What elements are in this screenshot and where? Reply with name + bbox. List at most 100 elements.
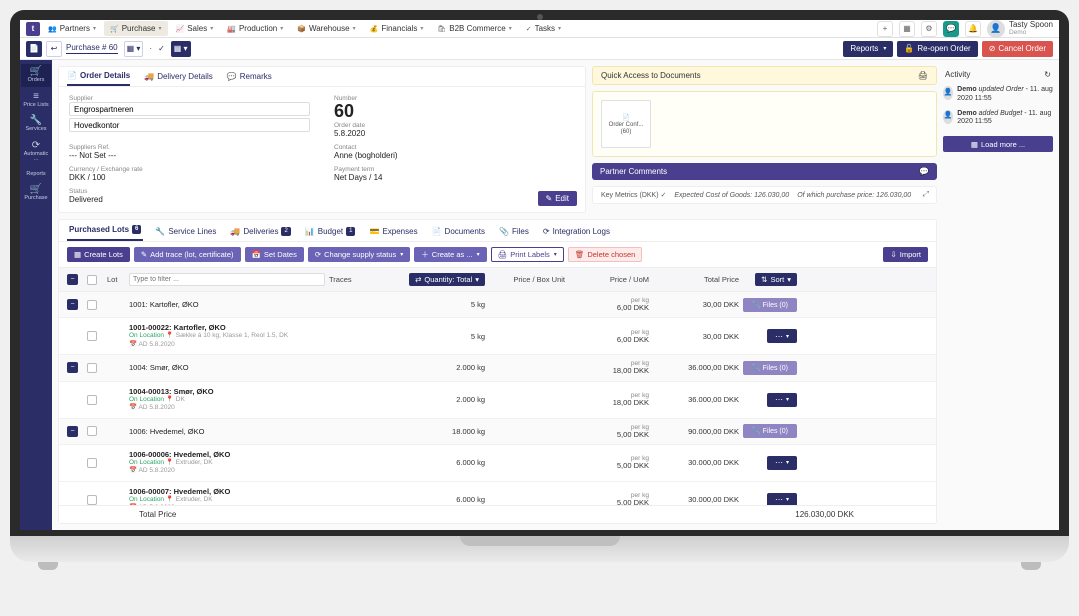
quick-access-header: Quick Access to Documents 🖨: [592, 66, 937, 85]
table-row[interactable]: 1001-00022: Kartofler, ØKOOn Location 📍 …: [59, 318, 936, 355]
order-details-panel: Supplier Number 60 Order date 5.8.2020: [59, 87, 585, 212]
sort-dropdown[interactable]: ⇅ Sort ▾: [755, 273, 797, 286]
document-icon: 📄: [622, 114, 629, 121]
collapse-icon[interactable]: −: [67, 299, 78, 310]
order-confirmation-tile[interactable]: 📄 Order Conf... (60): [601, 100, 651, 148]
menu-partners[interactable]: 👥Partners▾: [42, 21, 102, 36]
sidebar-orders[interactable]: 🛒Orders: [21, 64, 51, 87]
lot-tab-integration-logs[interactable]: ⟳Integration Logs: [541, 222, 612, 241]
sidebar-reports[interactable]: Reports: [21, 168, 51, 181]
row-checkbox[interactable]: [87, 495, 97, 505]
document-tabs: 📄Order Details 🚚Delivery Details 💬Remarks: [59, 67, 585, 87]
back-button[interactable]: 📄: [26, 41, 42, 57]
sidebar: 🛒Orders≡Price Lists🔧Services⟳Automatic .…: [20, 60, 52, 530]
collapse-icon[interactable]: −: [67, 362, 78, 373]
notifications-icon[interactable]: 🔔: [965, 21, 981, 37]
user-name: Tasty Spoon: [1009, 21, 1053, 29]
print-icon[interactable]: 🖨: [918, 71, 928, 80]
menu-warehouse[interactable]: 📦Warehouse▾: [291, 21, 361, 36]
breadcrumb: Purchase # 60 ▦ ▾ · ✓ ▦ ▾: [66, 41, 191, 57]
lot-tab-expenses[interactable]: 💳Expenses: [367, 222, 419, 241]
avatar-icon: 👤: [987, 20, 1005, 38]
files-button[interactable]: 📎 Files (0): [743, 361, 797, 375]
lot-tab-purchased-lots[interactable]: Purchased Lots6: [67, 220, 143, 241]
lot-tab-documents[interactable]: 📄Documents: [430, 222, 487, 241]
create-as-button[interactable]: ＋ Create as ...: [414, 247, 486, 262]
select-all-checkbox[interactable]: [87, 275, 97, 285]
breadcrumb-status-icon[interactable]: ▦ ▾: [171, 41, 191, 57]
row-actions-button[interactable]: ⋯: [767, 493, 797, 505]
key-metrics: Key Metrics (DKK) ✓ Expected Cost of Goo…: [592, 186, 937, 204]
row-actions-button[interactable]: ⋯: [767, 329, 797, 343]
supplier-input[interactable]: [69, 102, 310, 116]
collapse-all-icon[interactable]: −: [67, 274, 78, 285]
app-logo[interactable]: t: [26, 22, 40, 36]
chat-icon: 💬: [919, 167, 929, 176]
row-checkbox[interactable]: [87, 331, 97, 341]
row-actions-button[interactable]: ⋯: [767, 393, 797, 407]
menu-sales[interactable]: 📈Sales▾: [170, 21, 220, 36]
table-row[interactable]: −1001: Kartofler, ØKO5 kgper kg6,00 DKK3…: [59, 292, 936, 318]
menu-purchase[interactable]: 🛒Purchase▾: [104, 21, 168, 36]
menu-b2b-commerce[interactable]: 🛍B2B Commerce▾: [431, 21, 517, 36]
table-row[interactable]: 1006-00006: Hvedemel, ØKOOn Location 📍 E…: [59, 445, 936, 482]
reopen-order-button[interactable]: 🔓 Re-open Order: [897, 41, 977, 57]
row-checkbox[interactable]: [87, 458, 97, 468]
quick-action-icon[interactable]: ▦: [899, 21, 915, 37]
reports-button[interactable]: Reports: [843, 41, 893, 57]
files-button[interactable]: 📎 Files (0): [743, 424, 797, 438]
change-supply-button[interactable]: ⟳ Change supply status: [308, 247, 410, 262]
tab-order-details[interactable]: 📄Order Details: [67, 71, 130, 86]
lot-tab-budget[interactable]: 📊Budget1: [303, 222, 358, 241]
cancel-order-button[interactable]: ⊘ Cancel Order: [982, 41, 1053, 57]
row-checkbox[interactable]: [87, 363, 97, 373]
lot-tab-files[interactable]: 📎Files: [497, 222, 531, 241]
collapse-icon[interactable]: −: [67, 426, 78, 437]
menu-tasks[interactable]: ✓Tasks▾: [520, 21, 567, 36]
sidebar-automatic-[interactable]: ⟳Automatic ...: [21, 138, 51, 166]
table-row[interactable]: 1006-00007: Hvedemel, ØKOOn Location 📍 E…: [59, 482, 936, 505]
create-lots-button[interactable]: ▦ Create Lots: [67, 247, 130, 262]
table-toolbar: ▦ Create Lots ✎ Add trace (lot, certific…: [59, 242, 936, 267]
expand-icon[interactable]: ⤢: [922, 191, 928, 199]
table-row[interactable]: −1004: Smør, ØKO2.000 kgper kg18,00 DKK3…: [59, 355, 936, 381]
edit-button[interactable]: ✎ Edit: [538, 191, 578, 206]
lot-tab-deliveries[interactable]: 🚚Deliveries2: [228, 222, 292, 241]
sidebar-purchase[interactable]: 🛒Purchase: [21, 182, 51, 205]
add-icon[interactable]: +: [877, 21, 893, 37]
settings-icon[interactable]: ⚙: [921, 21, 937, 37]
sidebar-price-lists[interactable]: ≡Price Lists: [21, 89, 51, 112]
supplier-address-input[interactable]: [69, 118, 310, 132]
table-row[interactable]: −1006: Hvedemel, ØKO18.000 kgper kg5,00 …: [59, 419, 936, 445]
tab-delivery-details[interactable]: 🚚Delivery Details: [144, 71, 213, 86]
action-bar: 📄 ↩ Purchase # 60 ▦ ▾ · ✓ ▦ ▾ Reports 🔓 …: [20, 38, 1059, 60]
menu-financials[interactable]: 💰Financials▾: [364, 21, 430, 36]
row-actions-button[interactable]: ⋯: [767, 456, 797, 470]
row-checkbox[interactable]: [87, 426, 97, 436]
row-checkbox[interactable]: [87, 300, 97, 310]
lot-tab-service-lines[interactable]: 🔧Service Lines: [153, 222, 218, 241]
menu-production[interactable]: 🏭Production▾: [221, 21, 289, 36]
table-row[interactable]: 1004-00013: Smør, ØKOOn Location 📍 DK📅 A…: [59, 382, 936, 419]
activity-refresh-icon[interactable]: ↻: [1044, 70, 1051, 79]
chat-icon[interactable]: 💬: [943, 21, 959, 37]
user-menu[interactable]: 👤 Tasty Spoon Demo: [987, 20, 1053, 38]
import-button[interactable]: ⇩ Import: [883, 247, 928, 262]
activity-item: 👤Demo added Budget - 11. aug 2020 11:55: [943, 107, 1053, 131]
table-header: − Lot Traces ⇄ Quantity: Total ▾ Price /…: [59, 267, 936, 292]
delete-chosen-button[interactable]: 🗑 Delete chosen: [568, 247, 642, 262]
add-trace-button[interactable]: ✎ Add trace (lot, certificate): [134, 247, 241, 262]
row-checkbox[interactable]: [87, 395, 97, 405]
partner-comments-bar[interactable]: Partner Comments 💬: [592, 163, 937, 180]
set-dates-button[interactable]: 📅 Set Dates: [245, 247, 304, 262]
files-button[interactable]: 📎 Files (0): [743, 298, 797, 312]
lot-filter-input[interactable]: [129, 273, 325, 286]
quantity-dropdown[interactable]: ⇄ Quantity: Total ▾: [409, 273, 485, 286]
load-more-button[interactable]: ▦ Load more ...: [943, 136, 1053, 152]
history-button[interactable]: ↩: [46, 41, 62, 57]
print-labels-button[interactable]: 🖨 Print Labels: [491, 247, 564, 262]
tab-remarks[interactable]: 💬Remarks: [227, 71, 272, 86]
activity-item: 👤Demo updated Order - 11. aug 2020 11:55: [943, 83, 1053, 107]
sidebar-services[interactable]: 🔧Services: [21, 113, 51, 136]
breadcrumb-doc-icon[interactable]: ▦ ▾: [124, 41, 144, 57]
